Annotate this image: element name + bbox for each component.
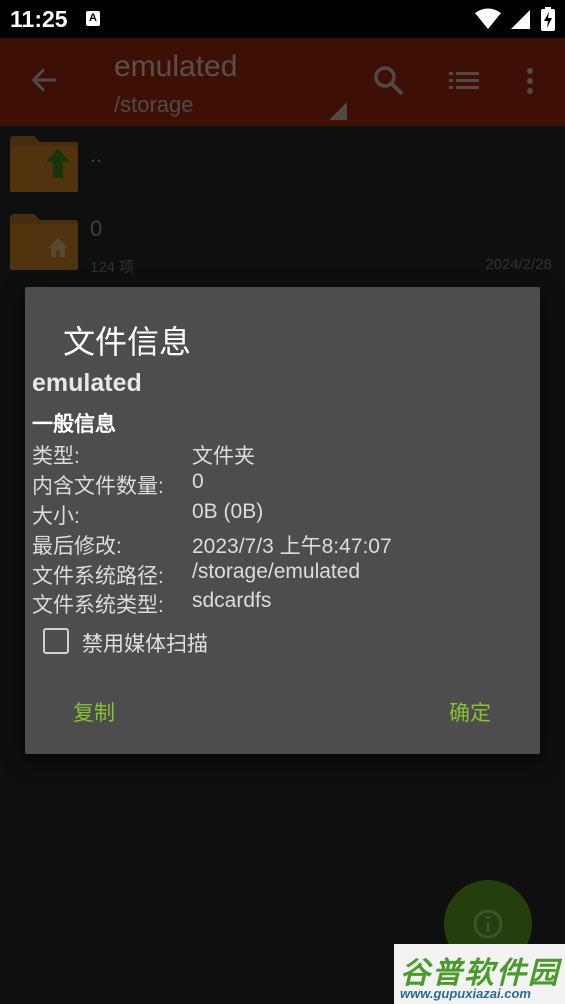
status-bar: 11:25 A — [0, 0, 565, 38]
dialog-file-name: emulated — [32, 369, 142, 397]
copy-button[interactable]: 复制 — [73, 697, 115, 727]
info-label-modified: 最后修改: — [32, 535, 122, 558]
ok-button[interactable]: 确定 — [449, 697, 491, 727]
info-label-type: 类型: — [32, 445, 80, 468]
battery-icon — [541, 7, 555, 31]
notification-a-icon: A — [86, 11, 100, 26]
info-label-count: 内含文件数量: — [32, 475, 164, 498]
info-label-fs-type: 文件系统类型: — [32, 594, 164, 617]
wifi-icon — [475, 8, 501, 29]
disable-media-scan-label[interactable]: 禁用媒体扫描 — [82, 628, 208, 658]
dialog-title: 文件信息 — [63, 324, 192, 360]
info-value-fs-type: sdcardfs — [192, 589, 272, 612]
info-label-size: 大小: — [32, 505, 80, 528]
info-value-count: 0 — [192, 470, 204, 493]
info-value-path: /storage/emulated — [192, 560, 361, 583]
info-value-size: 0B (0B) — [192, 500, 264, 523]
watermark-url: www.gupuxiazai.com — [400, 986, 531, 1001]
status-time: 11:25 — [10, 6, 68, 32]
signal-icon — [511, 10, 530, 29]
info-value-type: 文件夹 — [192, 445, 255, 468]
watermark-logo: 谷普软件园 www.gupuxiazai.com — [394, 944, 565, 1004]
section-title-general: 一般信息 — [32, 413, 116, 436]
info-label-path: 文件系统路径: — [32, 565, 164, 588]
file-info-dialog: 文件信息 emulated 一般信息 类型: 文件夹 内含文件数量: 0 大小:… — [25, 287, 540, 754]
info-value-modified: 2023/7/3 上午8:47:07 — [192, 535, 392, 558]
disable-media-scan-checkbox[interactable] — [43, 628, 69, 654]
